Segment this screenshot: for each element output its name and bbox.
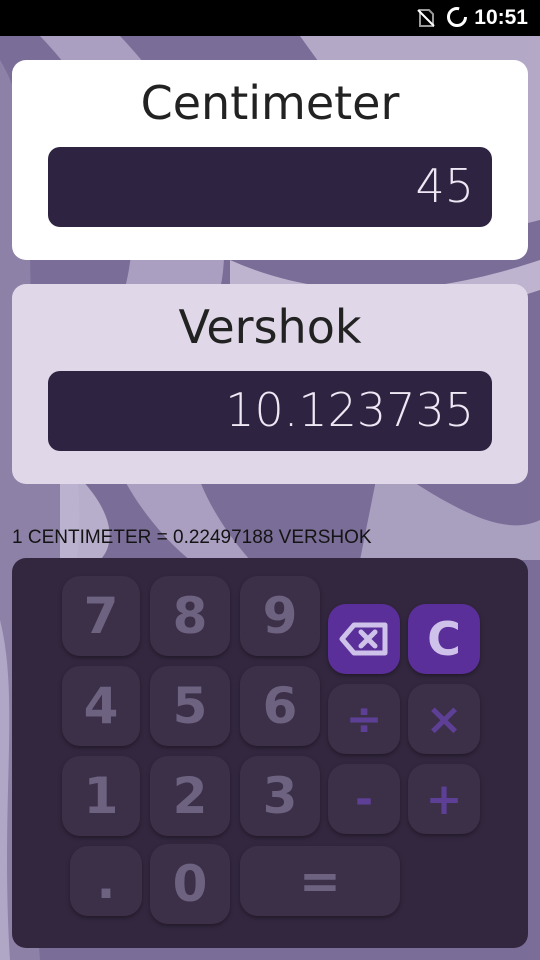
- key-4[interactable]: 4: [62, 666, 140, 746]
- key-0[interactable]: 0: [150, 844, 230, 924]
- to-unit-output[interactable]: 10.123735: [48, 371, 492, 451]
- status-time: 10:51: [474, 6, 528, 29]
- keypad: 7 8 9 C 4 5 6 ÷ × 1 2 3 - + . 0 =: [12, 558, 528, 948]
- divide-button[interactable]: ÷: [328, 684, 400, 754]
- multiply-button[interactable]: ×: [408, 684, 480, 754]
- to-unit-value: 10.123735: [225, 383, 474, 437]
- key-dot[interactable]: .: [70, 846, 142, 916]
- minus-button[interactable]: -: [328, 764, 400, 834]
- from-unit-value: 45: [415, 159, 474, 213]
- conversion-note: 1 CENTIMETER = 0.22497188 VERSHOK: [12, 527, 372, 548]
- key-2[interactable]: 2: [150, 756, 230, 836]
- status-bar: 10:51: [0, 0, 540, 36]
- backspace-button[interactable]: [328, 604, 400, 674]
- loading-icon: [447, 7, 467, 27]
- from-unit-title[interactable]: Centimeter: [12, 76, 528, 130]
- key-3[interactable]: 3: [240, 756, 320, 836]
- to-unit-card: Vershok 10.123735: [12, 284, 528, 484]
- no-sim-icon: [417, 9, 435, 27]
- plus-button[interactable]: +: [408, 764, 480, 834]
- to-unit-title[interactable]: Vershok: [12, 300, 528, 354]
- key-5[interactable]: 5: [150, 666, 230, 746]
- key-1[interactable]: 1: [62, 756, 140, 836]
- backspace-icon: [339, 622, 388, 656]
- key-9[interactable]: 9: [240, 576, 320, 656]
- clear-button[interactable]: C: [408, 604, 480, 674]
- equals-button[interactable]: =: [240, 846, 400, 916]
- from-unit-input[interactable]: 45: [48, 147, 492, 227]
- key-6[interactable]: 6: [240, 666, 320, 746]
- key-7[interactable]: 7: [62, 576, 140, 656]
- key-8[interactable]: 8: [150, 576, 230, 656]
- from-unit-card: Centimeter 45: [12, 60, 528, 260]
